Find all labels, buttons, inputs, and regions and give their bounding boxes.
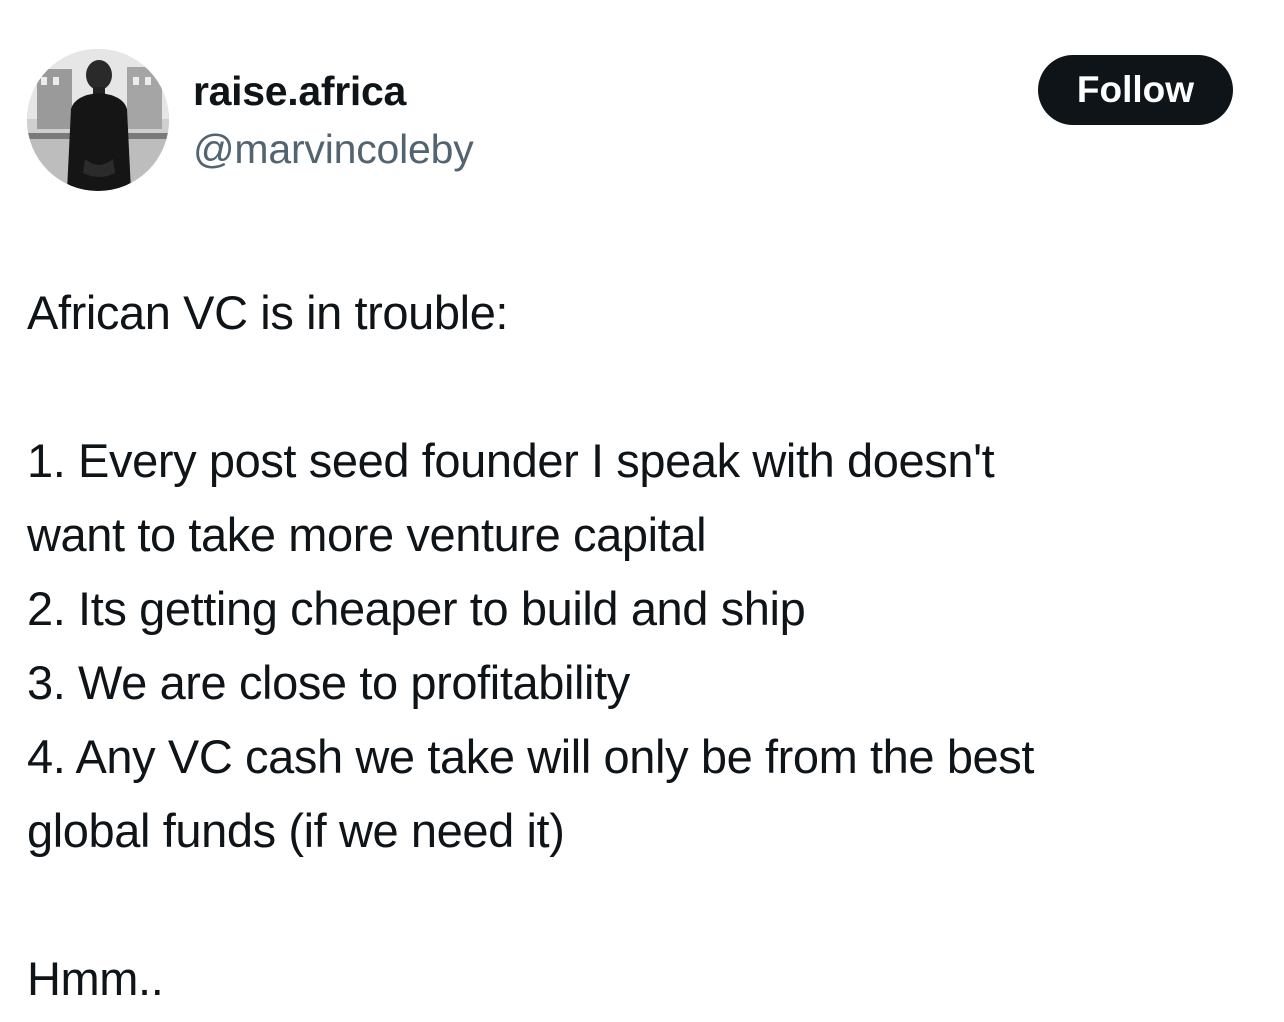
tweet-line: want to take more venture capital <box>27 508 707 561</box>
tweet-line: 2. Its getting cheaper to build and ship <box>27 582 806 635</box>
author-handle[interactable]: @marvincoleby <box>193 124 474 174</box>
follow-button[interactable]: Follow <box>1038 55 1233 125</box>
tweet-card: raise.africa @marvincoleby Follow Africa… <box>0 0 1284 1022</box>
tweet-intro: African VC is in trouble: <box>27 286 509 339</box>
profile-photo-avatar-icon <box>27 49 169 191</box>
author-avatar[interactable] <box>27 49 169 191</box>
tweet-body: African VC is in trouble: 1. Every post … <box>27 276 1257 1016</box>
tweet-outro: Hmm.. <box>27 952 164 1005</box>
tweet-line: 3. We are close to profitability <box>27 656 630 709</box>
tweet-line: 4. Any VC cash we take will only be from… <box>27 730 1035 783</box>
author-display-name[interactable]: raise.africa <box>193 66 406 116</box>
tweet-line: global funds (if we need it) <box>27 804 565 857</box>
tweet-line: 1. Every post seed founder I speak with … <box>27 434 995 487</box>
